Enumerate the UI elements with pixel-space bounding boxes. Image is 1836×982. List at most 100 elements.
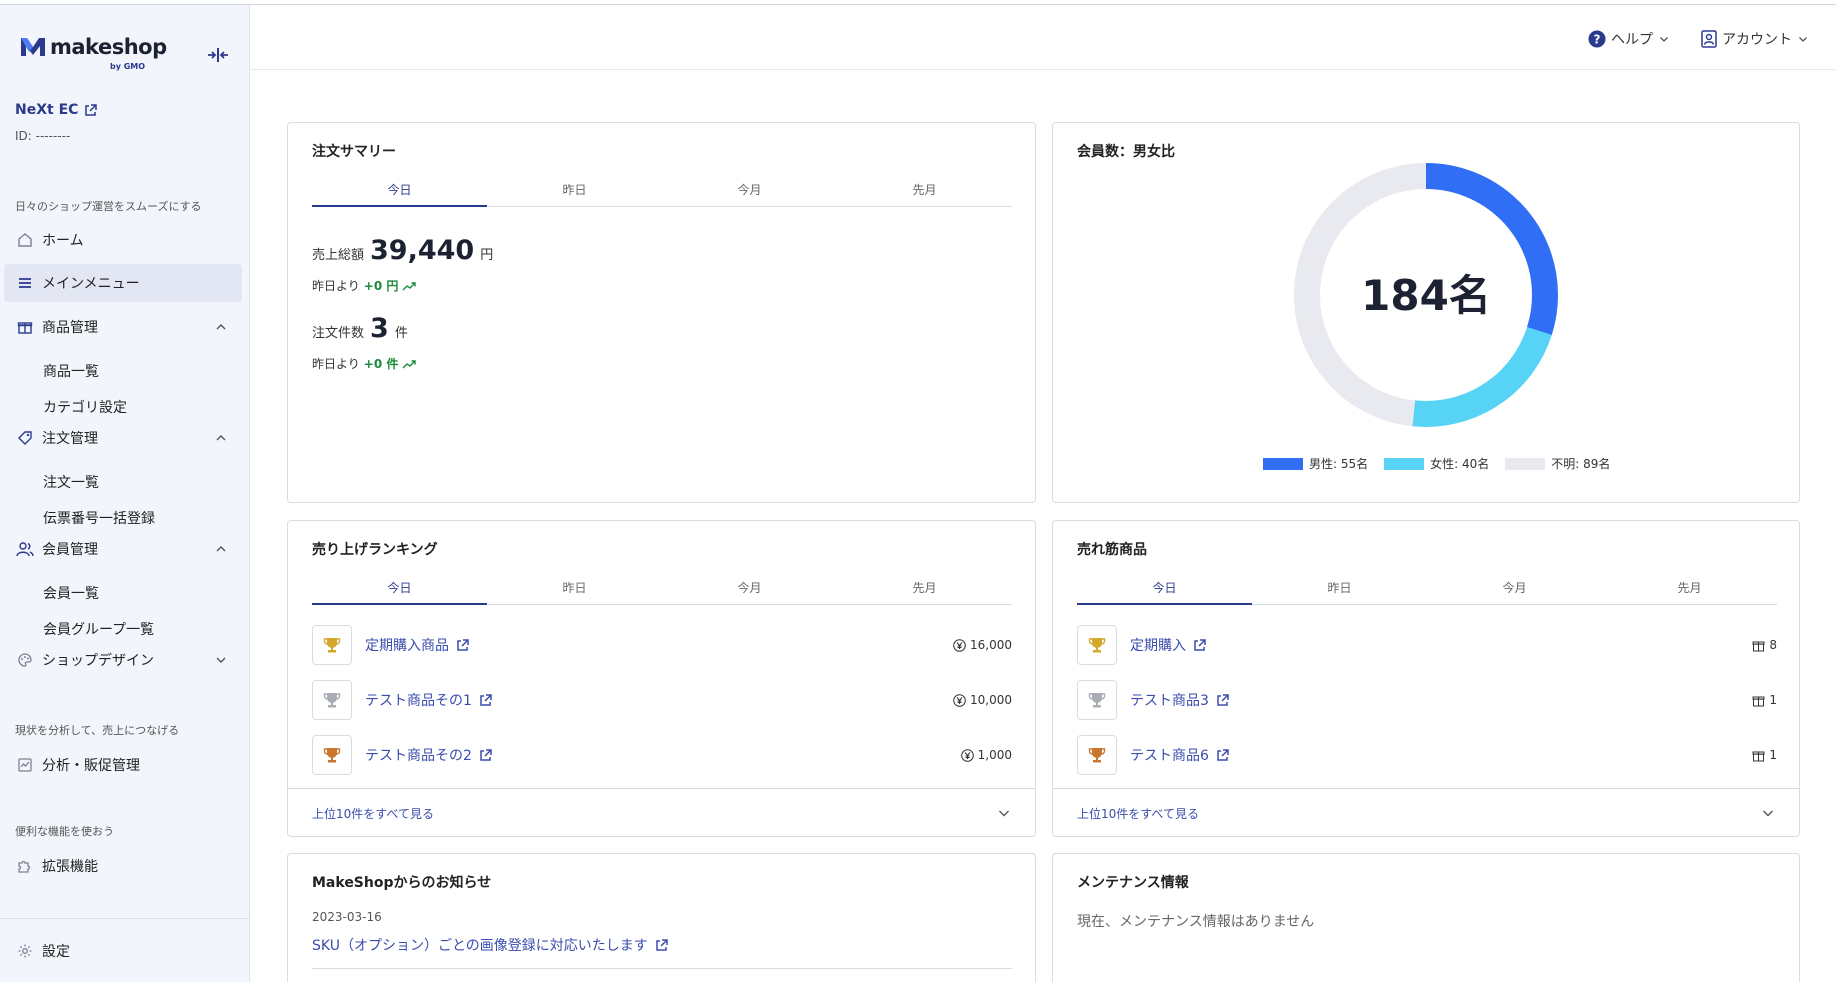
sidebar-subitem-member-list[interactable]: 会員一覧 (43, 583, 99, 603)
makeshop-logo[interactable]: makeshop by GMO (20, 35, 167, 71)
chevron-up-icon (216, 546, 226, 552)
chevron-down-icon (1660, 37, 1668, 42)
external-link-icon (480, 748, 492, 761)
palette-icon (16, 651, 34, 669)
sidebar-item-home[interactable]: ホーム (4, 221, 242, 259)
logo-gmo: by GMO (110, 62, 146, 71)
help-icon: ? (1588, 30, 1606, 48)
sidebar-item-analytics[interactable]: 分析・販促管理 (4, 746, 242, 784)
chevron-down-icon[interactable] (997, 806, 1011, 820)
makeshop-logo-icon (21, 38, 45, 56)
count-delta-prefix: 昨日より (312, 357, 360, 371)
chevron-down-icon[interactable] (1761, 806, 1775, 820)
rank-2-trophy (1077, 680, 1117, 720)
best-seller-item-name: テスト商品6 (1130, 748, 1209, 764)
card-title: MakeShopからのお知らせ (312, 875, 492, 891)
sidebar-subitem-order-list[interactable]: 注文一覧 (43, 472, 99, 492)
collapse-sidebar-icon[interactable] (206, 45, 230, 65)
news-headline-link[interactable]: SKU（オプション）ごとの画像登録に対応いたします (312, 935, 668, 955)
tab-this-month[interactable]: 今月 (1427, 579, 1602, 604)
sidebar-item-orders[interactable]: 注文管理 (4, 419, 242, 457)
news-headline: SKU（オプション）ごとの画像登録に対応いたします (312, 938, 648, 954)
period-tabs: 今日 昨日 今月 先月 (1077, 579, 1777, 605)
rank-3-trophy (1077, 735, 1117, 775)
order-count: 注文件数 3 件 (312, 313, 408, 344)
best-seller-count-text: 1 (1769, 693, 1777, 707)
best-seller-item-link[interactable]: 定期購入 (1130, 635, 1206, 655)
shop-name-link[interactable]: NeXt EC (15, 102, 98, 118)
legend-swatch-male (1263, 457, 1303, 470)
tab-last-month[interactable]: 先月 (837, 579, 1012, 604)
count-delta: 昨日より +0 件 (312, 355, 417, 372)
tab-today[interactable]: 今日 (312, 181, 487, 207)
rank-2-trophy (312, 680, 352, 720)
best-seller-item-count: 1 (1752, 748, 1777, 762)
sidebar-subitem-category[interactable]: カテゴリ設定 (43, 397, 127, 417)
sidebar-divider (0, 918, 250, 919)
sales-value: 39,440 (370, 235, 475, 266)
tab-yesterday[interactable]: 昨日 (487, 579, 662, 604)
sidebar-item-settings[interactable]: 設定 (4, 932, 242, 970)
tab-yesterday[interactable]: 昨日 (487, 181, 662, 206)
shop-id: ID: -------- (15, 129, 71, 143)
trophy-gold-icon (323, 638, 341, 653)
home-icon (16, 231, 34, 249)
sidebar-item-products[interactable]: 商品管理 (4, 308, 242, 346)
ranking-row: テスト商品その1 10,000 (312, 680, 1012, 720)
best-seller-item-link[interactable]: テスト商品6 (1130, 745, 1229, 765)
best-seller-item-link[interactable]: テスト商品3 (1130, 690, 1229, 710)
sidebar-subitem-member-group[interactable]: 会員グループ一覧 (43, 619, 154, 639)
best-seller-item-count: 1 (1752, 693, 1777, 707)
section-label-features: 便利な機能を使おう (15, 825, 114, 838)
sidebar-item-members[interactable]: 会員管理 (4, 530, 242, 568)
view-top10-link[interactable]: 上位10件をすべて見る (1077, 805, 1199, 822)
tab-last-month[interactable]: 先月 (1602, 579, 1777, 604)
sidebar-item-extensions[interactable]: 拡張機能 (4, 847, 242, 885)
account-label: アカウント (1722, 32, 1792, 48)
sales-delta: 昨日より +0 円 (312, 277, 417, 294)
tab-today[interactable]: 今日 (1077, 579, 1252, 605)
external-link-icon (85, 103, 98, 116)
legend-swatch-unknown (1505, 457, 1546, 470)
section-label-operations: 日々のショップ運営をスムーズにする (15, 200, 202, 213)
ranking-item-value: 16,000 (953, 638, 1012, 652)
sidebar-item-label: ホーム (42, 233, 84, 249)
chart-icon (16, 756, 34, 774)
sidebar-subitem-slip-bulk[interactable]: 伝票番号一括登録 (43, 508, 155, 528)
external-link-icon (1217, 693, 1229, 706)
sidebar: makeshop by GMO NeXt EC ID: -------- 日々の… (0, 5, 250, 982)
card-footer: 上位10件をすべて見る (1053, 788, 1799, 836)
tab-yesterday[interactable]: 昨日 (1252, 579, 1427, 604)
ranking-item-link[interactable]: 定期購入商品 (365, 635, 469, 655)
sidebar-item-label: 分析・販促管理 (42, 758, 140, 774)
best-seller-row: テスト商品6 1 (1077, 735, 1777, 775)
account-menu-button[interactable]: アカウント (1701, 29, 1809, 49)
chevron-down-icon (216, 657, 226, 663)
trophy-silver-icon (1088, 693, 1106, 708)
ranking-item-link[interactable]: テスト商品その1 (365, 690, 492, 710)
sales-unit: 円 (480, 248, 494, 263)
best-seller-row: テスト商品3 1 (1077, 680, 1777, 720)
legend-label-male: 男性: 55名 (1309, 457, 1369, 471)
card-title: 売り上げランキング (312, 542, 438, 558)
chevron-down-icon (1799, 37, 1807, 42)
tab-this-month[interactable]: 今月 (662, 181, 837, 206)
rank-1-trophy (1077, 625, 1117, 665)
tab-last-month[interactable]: 先月 (837, 181, 1012, 206)
tab-today[interactable]: 今日 (312, 579, 487, 605)
legend-swatch-female (1384, 457, 1425, 470)
legend-label-unknown: 不明: 89名 (1551, 457, 1611, 471)
view-top10-link[interactable]: 上位10件をすべて見る (312, 805, 434, 822)
ranking-item-value: 1,000 (960, 748, 1012, 762)
gift-icon (1752, 696, 1765, 706)
sidebar-subitem-product-list[interactable]: 商品一覧 (43, 361, 99, 381)
help-menu-button[interactable]: ? ヘルプ (1588, 29, 1670, 49)
sidebar-item-main-menu[interactable]: メインメニュー (4, 264, 242, 302)
external-link-icon (1217, 748, 1229, 761)
help-label: ヘルプ (1611, 32, 1653, 48)
sidebar-item-shop-design[interactable]: ショップデザイン (4, 641, 242, 679)
tab-this-month[interactable]: 今月 (662, 579, 837, 604)
ranking-item-link[interactable]: テスト商品その2 (365, 745, 492, 765)
sales-ranking-card: 売り上げランキング 今日 昨日 今月 先月 定期購入商品 16,000 テスト商… (287, 520, 1036, 837)
ranking-value-text: 16,000 (970, 638, 1012, 652)
